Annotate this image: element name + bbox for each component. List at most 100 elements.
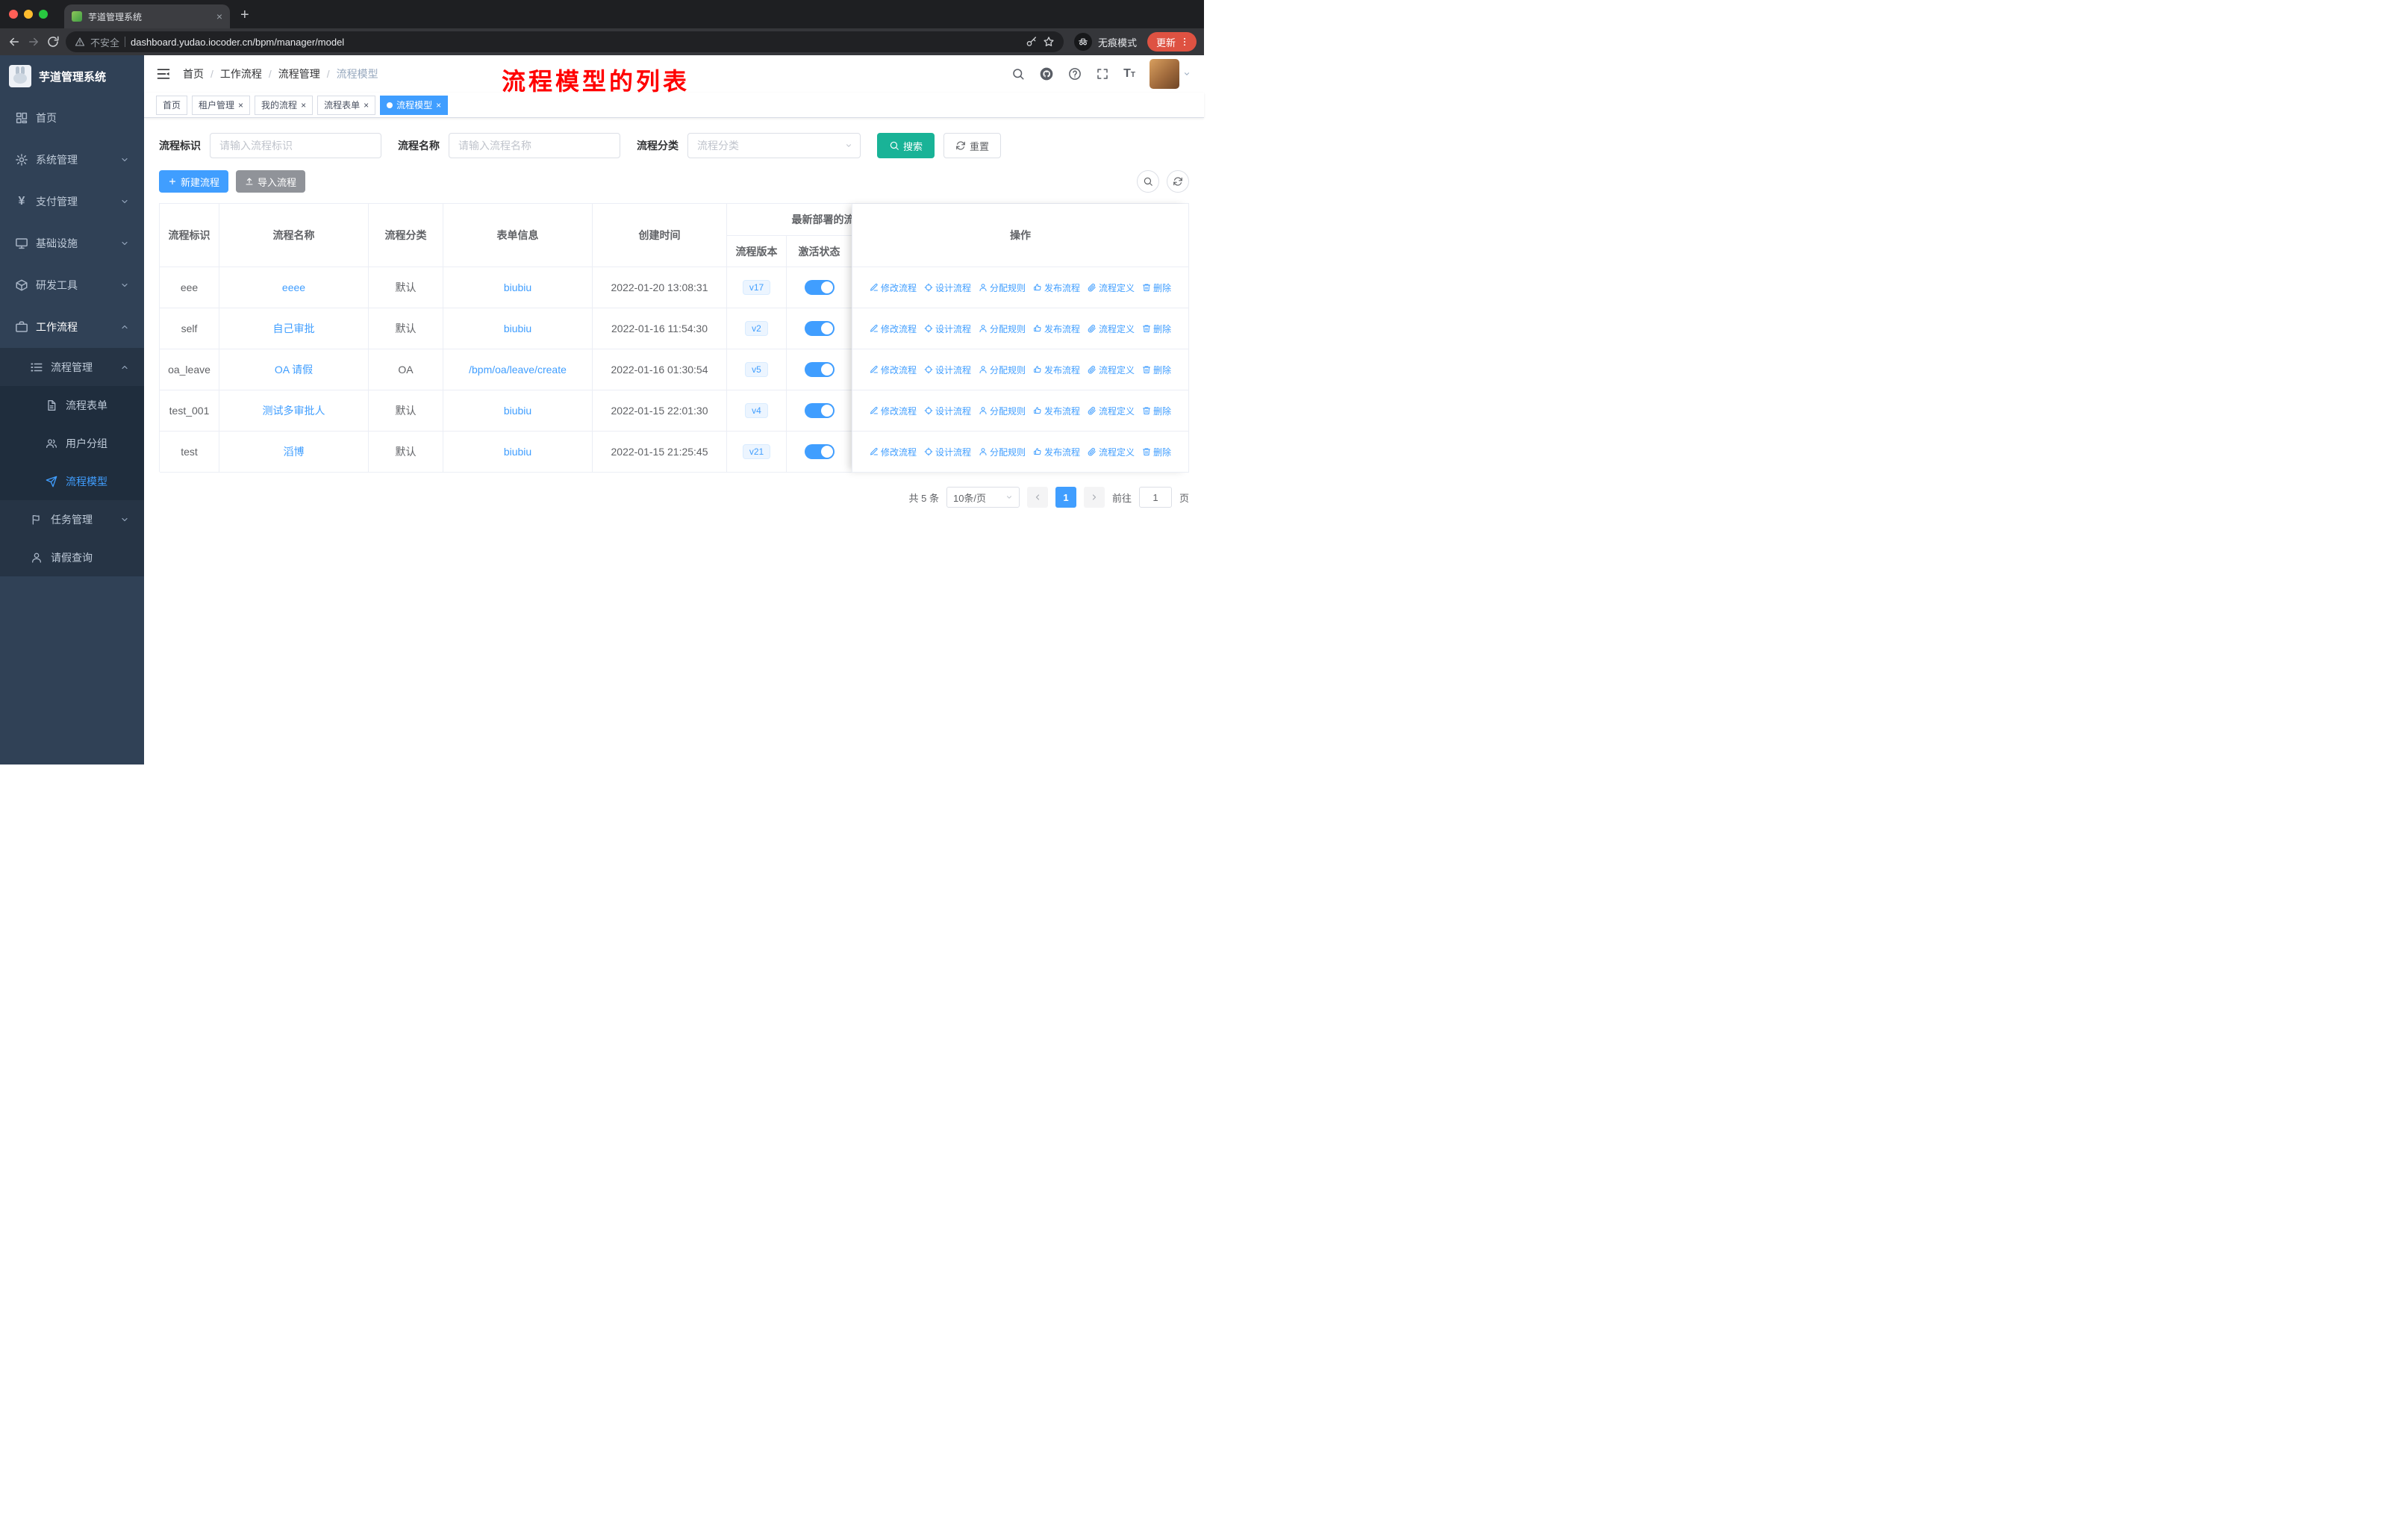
form-info-link[interactable]: biubiu bbox=[504, 405, 531, 417]
form-info-link[interactable]: biubiu bbox=[504, 323, 531, 334]
edit-process-link[interactable]: 修改流程 bbox=[870, 405, 917, 417]
font-size-icon[interactable]: TT bbox=[1123, 68, 1135, 80]
reset-button[interactable]: 重置 bbox=[943, 133, 1002, 158]
user-avatar-menu[interactable] bbox=[1150, 59, 1191, 89]
sidebar-item-payment[interactable]: ¥ 支付管理 bbox=[0, 181, 144, 222]
design-process-link[interactable]: 设计流程 bbox=[924, 281, 971, 294]
sidebar-item-user-group[interactable]: 用户分组 bbox=[0, 424, 144, 462]
next-page-button[interactable] bbox=[1083, 487, 1105, 508]
breadcrumb-workflow[interactable]: 工作流程 bbox=[220, 66, 262, 81]
close-icon[interactable]: × bbox=[301, 100, 306, 110]
assign-rule-link[interactable]: 分配规则 bbox=[979, 281, 1026, 294]
active-toggle[interactable] bbox=[804, 280, 835, 295]
process-definition-link[interactable]: 流程定义 bbox=[1088, 364, 1135, 376]
sidebar-item-process-mgmt[interactable]: 流程管理 bbox=[0, 348, 144, 386]
sidebar-item-leave-query[interactable]: 请假查询 bbox=[0, 538, 144, 576]
zoom-window-button[interactable] bbox=[39, 10, 48, 19]
sidebar-fold-button[interactable] bbox=[144, 66, 183, 81]
edit-process-link[interactable]: 修改流程 bbox=[870, 323, 917, 335]
delete-process-link[interactable]: 删除 bbox=[1142, 323, 1171, 335]
version-badge[interactable]: v5 bbox=[745, 361, 768, 378]
sidebar-item-devtools[interactable]: 研发工具 bbox=[0, 264, 144, 306]
close-icon[interactable]: × bbox=[238, 100, 243, 110]
process-name-link[interactable]: 测试多审批人 bbox=[263, 403, 325, 418]
edit-process-link[interactable]: 修改流程 bbox=[870, 364, 917, 376]
process-category-select[interactable]: 流程分类 bbox=[687, 133, 861, 158]
assign-rule-link[interactable]: 分配规则 bbox=[979, 323, 1026, 335]
help-icon[interactable] bbox=[1068, 67, 1082, 81]
import-process-button[interactable]: 导入流程 bbox=[236, 170, 306, 193]
reload-icon[interactable] bbox=[46, 35, 60, 49]
publish-process-link[interactable]: 发布流程 bbox=[1033, 446, 1080, 458]
delete-process-link[interactable]: 删除 bbox=[1142, 281, 1171, 294]
process-definition-link[interactable]: 流程定义 bbox=[1088, 446, 1135, 458]
breadcrumb-home[interactable]: 首页 bbox=[183, 66, 204, 81]
close-icon[interactable]: × bbox=[364, 100, 369, 110]
sidebar-item-infra[interactable]: 基础设施 bbox=[0, 222, 144, 264]
fullscreen-icon[interactable] bbox=[1096, 67, 1109, 81]
refresh-table-button[interactable] bbox=[1167, 170, 1189, 193]
minimize-window-button[interactable] bbox=[24, 10, 33, 19]
delete-process-link[interactable]: 删除 bbox=[1142, 405, 1171, 417]
prev-page-button[interactable] bbox=[1026, 487, 1048, 508]
design-process-link[interactable]: 设计流程 bbox=[924, 446, 971, 458]
publish-process-link[interactable]: 发布流程 bbox=[1033, 281, 1080, 294]
tag-home[interactable]: 首页 bbox=[156, 95, 188, 115]
active-toggle[interactable] bbox=[804, 362, 835, 377]
process-name-link[interactable]: OA 请假 bbox=[275, 362, 313, 377]
active-toggle[interactable] bbox=[804, 321, 835, 336]
create-process-button[interactable]: 新建流程 bbox=[159, 170, 229, 193]
assign-rule-link[interactable]: 分配规则 bbox=[979, 446, 1026, 458]
process-name-input[interactable] bbox=[449, 133, 620, 158]
process-definition-link[interactable]: 流程定义 bbox=[1088, 323, 1135, 335]
process-name-link[interactable]: eeee bbox=[282, 281, 305, 293]
form-info-link[interactable]: biubiu bbox=[504, 281, 531, 293]
delete-process-link[interactable]: 删除 bbox=[1142, 364, 1171, 376]
sidebar-item-process-form[interactable]: 流程表单 bbox=[0, 386, 144, 424]
kebab-menu-icon[interactable] bbox=[1179, 37, 1190, 47]
search-button[interactable]: 搜索 bbox=[877, 133, 935, 158]
tag-process-model[interactable]: 流程模型 × bbox=[380, 95, 449, 115]
form-info-link[interactable]: biubiu bbox=[504, 446, 531, 458]
publish-process-link[interactable]: 发布流程 bbox=[1033, 405, 1080, 417]
delete-process-link[interactable]: 删除 bbox=[1142, 446, 1171, 458]
assign-rule-link[interactable]: 分配规则 bbox=[979, 364, 1026, 376]
design-process-link[interactable]: 设计流程 bbox=[924, 364, 971, 376]
search-icon[interactable] bbox=[1011, 67, 1025, 81]
sidebar-item-task-mgmt[interactable]: 任务管理 bbox=[0, 500, 144, 538]
key-icon[interactable] bbox=[1026, 36, 1038, 48]
design-process-link[interactable]: 设计流程 bbox=[924, 323, 971, 335]
sidebar-item-process-model[interactable]: 流程模型 bbox=[0, 462, 144, 500]
process-definition-link[interactable]: 流程定义 bbox=[1088, 281, 1135, 294]
edit-process-link[interactable]: 修改流程 bbox=[870, 281, 917, 294]
version-badge[interactable]: v4 bbox=[745, 402, 768, 419]
edit-process-link[interactable]: 修改流程 bbox=[870, 446, 917, 458]
assign-rule-link[interactable]: 分配规则 bbox=[979, 405, 1026, 417]
sidebar-item-home[interactable]: 首页 bbox=[0, 97, 144, 139]
new-tab-button[interactable]: + bbox=[240, 7, 249, 24]
version-badge[interactable]: v2 bbox=[745, 320, 768, 337]
page-size-select[interactable]: 10条/页 bbox=[946, 487, 1020, 508]
tag-process-form[interactable]: 流程表单 × bbox=[317, 95, 376, 115]
sidebar-item-workflow[interactable]: 工作流程 bbox=[0, 306, 144, 348]
browser-tab[interactable]: 芋道管理系统 × bbox=[64, 4, 230, 28]
forward-icon[interactable] bbox=[27, 35, 40, 49]
tab-close-icon[interactable]: × bbox=[216, 11, 222, 22]
page-number-button[interactable]: 1 bbox=[1055, 487, 1076, 508]
sidebar-item-system[interactable]: 系统管理 bbox=[0, 139, 144, 181]
active-toggle[interactable] bbox=[804, 403, 835, 418]
publish-process-link[interactable]: 发布流程 bbox=[1033, 364, 1080, 376]
publish-process-link[interactable]: 发布流程 bbox=[1033, 323, 1080, 335]
tag-my-process[interactable]: 我的流程 × bbox=[255, 95, 314, 115]
process-definition-link[interactable]: 流程定义 bbox=[1088, 405, 1135, 417]
toggle-search-button[interactable] bbox=[1137, 170, 1159, 193]
design-process-link[interactable]: 设计流程 bbox=[924, 405, 971, 417]
browser-update-button[interactable]: 更新 bbox=[1147, 32, 1197, 52]
form-info-link[interactable]: /bpm/oa/leave/create bbox=[469, 364, 567, 376]
address-bar[interactable]: 不安全 dashboard.yudao.iocoder.cn/bpm/manag… bbox=[66, 31, 1064, 52]
close-window-button[interactable] bbox=[9, 10, 18, 19]
tag-tenant[interactable]: 租户管理 × bbox=[192, 95, 251, 115]
back-icon[interactable] bbox=[7, 35, 21, 49]
close-icon[interactable]: × bbox=[436, 100, 441, 110]
version-badge[interactable]: v17 bbox=[742, 279, 771, 296]
